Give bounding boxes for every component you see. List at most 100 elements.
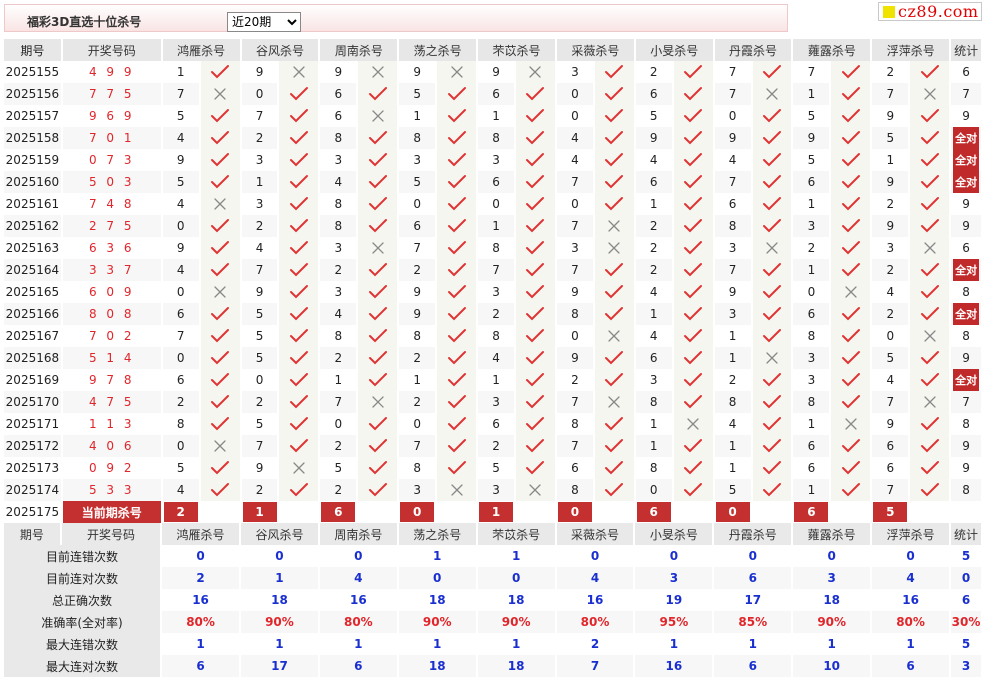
kill-number: 7 bbox=[556, 435, 593, 457]
check-icon bbox=[526, 307, 545, 321]
site-logo[interactable]: cz89.com bbox=[878, 2, 982, 21]
stats-col-expert: 丹霞杀号 bbox=[714, 523, 792, 545]
result-correct bbox=[358, 303, 398, 325]
row-period: 2025164 bbox=[4, 259, 61, 281]
result-correct bbox=[515, 303, 555, 325]
result-correct bbox=[358, 413, 398, 435]
check-icon bbox=[920, 307, 939, 321]
col-expert: 谷风杀号 bbox=[241, 39, 319, 61]
kill-number: 0 bbox=[162, 281, 199, 303]
kill-number: 4 bbox=[162, 193, 199, 215]
current-empty-cell bbox=[437, 501, 477, 523]
result-correct bbox=[437, 149, 477, 171]
kill-number: 2 bbox=[241, 127, 278, 149]
kill-number: 1 bbox=[162, 61, 199, 83]
check-icon bbox=[211, 461, 230, 475]
result-correct bbox=[673, 325, 713, 347]
check-icon bbox=[841, 175, 860, 189]
kill-number: 3 bbox=[478, 149, 514, 171]
check-icon bbox=[762, 417, 781, 431]
check-icon bbox=[605, 109, 624, 123]
kill-number: 3 bbox=[399, 479, 436, 501]
kill-number: 8 bbox=[399, 127, 436, 149]
stats-value: 4 bbox=[319, 567, 397, 589]
check-icon bbox=[684, 373, 703, 387]
result-correct bbox=[200, 237, 240, 259]
stats-value: 1 bbox=[477, 545, 555, 567]
cross-icon bbox=[608, 242, 620, 254]
kill-number: 2 bbox=[635, 61, 672, 83]
kill-number: 0 bbox=[399, 413, 436, 435]
table-row: 2025157 9 6 957611050599 bbox=[4, 105, 981, 127]
check-icon bbox=[289, 263, 308, 277]
row-stat-value: 7 bbox=[962, 395, 970, 409]
result-correct bbox=[437, 193, 477, 215]
row-stat-value: 6 bbox=[962, 241, 970, 255]
current-kill-cell: 6 bbox=[320, 501, 357, 523]
kill-number: 7 bbox=[399, 237, 436, 259]
result-correct bbox=[437, 215, 477, 237]
result-correct bbox=[831, 127, 871, 149]
result-correct bbox=[437, 347, 477, 369]
result-correct bbox=[594, 457, 634, 479]
stats-row: 最大连对次数 6 17 6 18 18 7 16 6 10 6 3 bbox=[4, 655, 981, 677]
check-icon bbox=[526, 131, 545, 145]
stats-value: 2 bbox=[556, 633, 634, 655]
row-stat: 9 bbox=[951, 105, 981, 127]
check-icon bbox=[447, 329, 466, 343]
check-icon bbox=[289, 329, 308, 343]
stats-value: 18 bbox=[477, 589, 555, 611]
check-icon bbox=[762, 109, 781, 123]
check-icon bbox=[684, 461, 703, 475]
result-correct bbox=[437, 281, 477, 303]
kill-number: 7 bbox=[872, 479, 909, 501]
check-icon bbox=[684, 65, 703, 79]
current-kill-cell: 1 bbox=[241, 501, 278, 523]
result-correct bbox=[752, 391, 792, 413]
kill-number: 0 bbox=[399, 193, 436, 215]
result-correct bbox=[200, 61, 240, 83]
kill-number: 3 bbox=[556, 61, 593, 83]
result-correct bbox=[831, 215, 871, 237]
row-stat-value: 8 bbox=[962, 329, 970, 343]
row-stat: 全对 bbox=[951, 171, 981, 193]
result-correct bbox=[200, 369, 240, 391]
check-icon bbox=[684, 219, 703, 233]
check-icon bbox=[841, 329, 860, 343]
kill-number: 2 bbox=[241, 215, 278, 237]
row-period: 2025166 bbox=[4, 303, 61, 325]
kill-number: 1 bbox=[714, 325, 751, 347]
row-stat: 9 bbox=[951, 215, 981, 237]
check-icon bbox=[368, 373, 387, 387]
kill-number: 8 bbox=[162, 413, 199, 435]
check-icon bbox=[920, 65, 939, 79]
result-correct bbox=[200, 105, 240, 127]
result-correct bbox=[910, 457, 950, 479]
result-correct bbox=[279, 259, 319, 281]
check-icon bbox=[447, 175, 466, 189]
result-correct bbox=[437, 435, 477, 457]
row-draw-number: 0 9 2 bbox=[62, 457, 161, 479]
kill-number: 5 bbox=[162, 457, 199, 479]
period-range-select[interactable]: 近20期 bbox=[227, 12, 301, 32]
row-stat-value: 8 bbox=[962, 483, 970, 497]
stats-col-expert: 荡之杀号 bbox=[398, 523, 476, 545]
result-wrong bbox=[200, 193, 240, 215]
check-icon bbox=[289, 219, 308, 233]
kill-number: 3 bbox=[478, 391, 514, 413]
check-icon bbox=[605, 373, 624, 387]
col-expert: 小旻杀号 bbox=[635, 39, 713, 61]
check-icon bbox=[841, 241, 860, 255]
row-draw-number: 3 3 7 bbox=[62, 259, 161, 281]
result-wrong bbox=[594, 237, 634, 259]
result-correct bbox=[594, 281, 634, 303]
kill-number: 1 bbox=[635, 435, 672, 457]
result-correct bbox=[673, 281, 713, 303]
current-kill-cell: 0 bbox=[556, 501, 593, 523]
result-correct bbox=[279, 391, 319, 413]
row-stat: 全对 bbox=[951, 369, 981, 391]
table-row: 2025169 9 7 8 6 0 1 1 1 2 3 2 3 4 全对 bbox=[4, 369, 981, 391]
row-draw-number: 4 7 5 bbox=[62, 391, 161, 413]
result-correct bbox=[831, 347, 871, 369]
result-correct bbox=[752, 171, 792, 193]
